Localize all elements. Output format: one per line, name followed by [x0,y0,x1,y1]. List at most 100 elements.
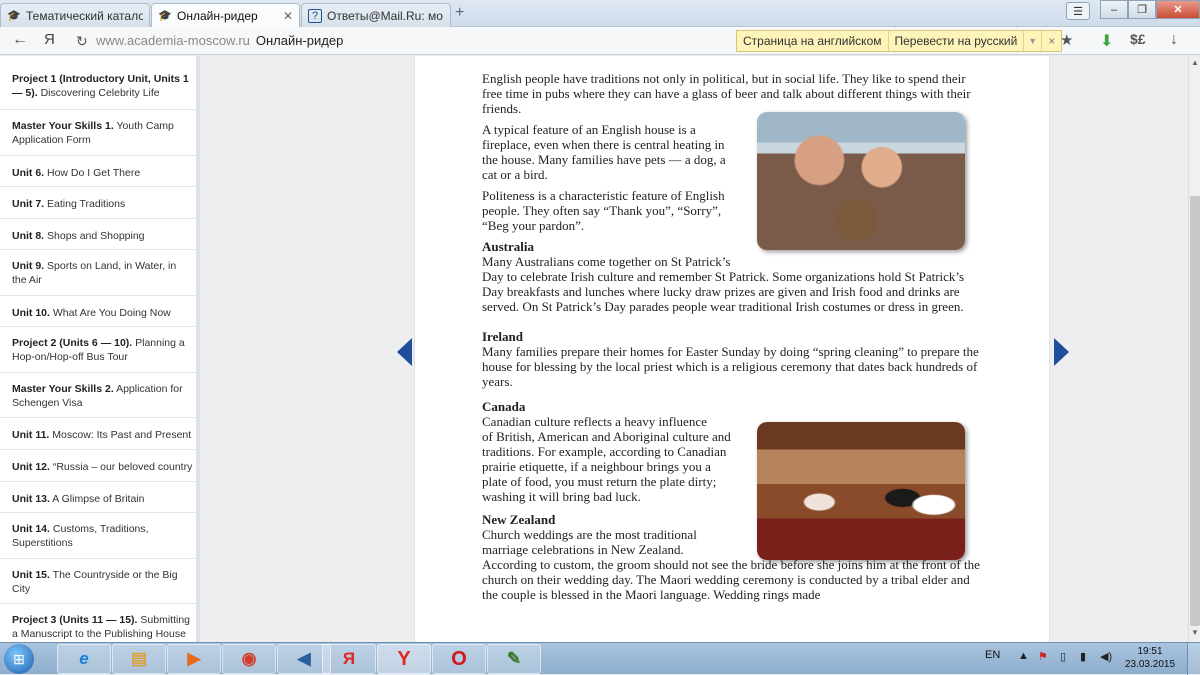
toc-item[interactable]: Unit 8. Shops and Shopping [0,219,199,251]
media-player-app-icon[interactable]: ▶ [167,644,221,674]
section-heading: Ireland [482,329,523,344]
scrollbar-thumb[interactable] [1190,196,1200,626]
close-window-button[interactable]: ✕ [1156,0,1200,19]
previous-page-arrow-icon[interactable] [397,338,412,366]
graduation-cap-icon: 🎓 [158,10,172,22]
maximize-button[interactable]: ❐ [1128,0,1156,19]
app-glyph: ▶ [187,649,201,668]
clock-time: 19:51 [1137,646,1163,657]
back-arrow-icon[interactable]: ← [12,31,28,49]
reload-icon[interactable]: ↻ [76,33,88,50]
next-page-arrow-icon[interactable] [1054,338,1069,366]
app-glyph: ◀ [297,649,311,668]
toc-item[interactable]: Master Your Skills 2. Application for Sc… [0,373,199,419]
network-icon[interactable]: ▮ [1080,650,1086,663]
ie-app-icon[interactable]: e [57,644,111,674]
reader-area: English people have traditions not only … [201,56,1188,642]
url-page-title: Онлайн-ридер [255,33,344,48]
toc-unit-label: Unit 13. [12,492,50,505]
toc-unit-label: Project 3 (Units 11 — 15). [12,614,138,627]
tab-mail-answers[interactable]: ? Ответы@Mail.Ru: мо [301,3,451,27]
toc-unit-label: Master Your Skills 2. [12,382,114,395]
toc-title: What Are You Doing Now [49,306,171,319]
star-icon[interactable]: ★ [1060,31,1073,49]
toc-item[interactable]: Unit 11. Moscow: Its Past and Present [0,418,199,450]
tab-title: Ответы@Mail.Ru: мо [327,8,443,23]
toc-unit-label: Unit 9. [12,260,45,273]
opera-app-icon[interactable]: O [432,644,486,674]
app-glyph: e [79,649,89,668]
toc-item[interactable]: Master Your Skills 1. Youth Camp Applica… [0,110,199,156]
app-glyph: Я [342,649,356,668]
section-heading: Canada [482,399,526,414]
close-icon[interactable]: ✕ [283,9,293,23]
text-line: of British, American and Aboriginal cult… [482,429,731,444]
download-icon[interactable]: ⬇ [1100,31,1113,51]
battery-icon[interactable]: ▯ [1060,650,1066,663]
currency-icon[interactable]: $£ [1130,31,1146,47]
toc-item[interactable]: Unit 10. What Are You Doing Now [0,296,199,328]
translate-bar: Страница на английском Перевести на русс… [736,30,1063,52]
text-line: cat or a bird. [482,167,548,182]
minimize-button[interactable]: – [1100,0,1128,19]
language-indicator[interactable]: EN [985,649,1000,661]
text-line: prairie etiquette, if a neighbour brings… [482,459,711,474]
text-line: “Beg your pardon”. [482,218,585,233]
toc-unit-label: Unit 8. [12,229,45,242]
toc-item[interactable]: Project 3 (Units 11 — 15). Submitting a … [0,604,199,642]
scroll-up-icon[interactable]: ▲ [1189,58,1200,67]
toc-item[interactable]: Unit 12. “Russia – our beloved country [0,450,199,482]
toc-item[interactable]: Unit 7. Eating Traditions [0,187,199,219]
text-line: traditions. For example, according to Ca… [482,444,727,459]
action-center-icon[interactable]: ⚑ [1038,650,1048,663]
chevron-down-icon[interactable]: ▼ [1024,31,1043,51]
browser-menu-button[interactable]: ☰ [1066,2,1090,20]
tab-catalog[interactable]: 🎓 Тематический катало [0,3,150,27]
paragraph: Many families prepare their homes for Ea… [482,344,979,389]
text-line: washing it will bring bad luck. [482,489,641,504]
translate-close-button[interactable]: × [1042,31,1061,51]
toc-item[interactable]: Unit 15. The Countryside or the Big City [0,559,199,605]
scroll-down-icon[interactable]: ▼ [1189,628,1200,637]
windows-start-button[interactable]: ⊞ [4,644,34,674]
text-line: the house. Many families have pets — a d… [482,152,726,167]
translate-button[interactable]: Перевести на русский [889,31,1025,51]
chrome-app-icon[interactable]: ◉ [222,644,276,674]
paint-app-icon[interactable]: ✎ [487,644,541,674]
show-hidden-icons-icon[interactable]: ▲ [1018,650,1029,662]
yandex-app-icon[interactable]: Я [322,644,376,674]
text-line: Church weddings are the most traditional [482,527,697,542]
app-glyph: ▤ [130,649,148,668]
toc-item[interactable]: Project 2 (Units 6 — 10). Planning a Hop… [0,327,199,373]
toc-title: A Glimpse of Britain [49,492,145,505]
tab-online-reader[interactable]: 🎓 Онлайн-ридер ✕ [151,3,300,27]
toc-item[interactable]: Unit 14. Customs, Traditions, Superstiti… [0,513,199,559]
yandex-logo[interactable]: Я [44,31,55,48]
toc-item[interactable]: Project 1 (Introductory Unit, Units 1 — … [0,56,199,110]
new-tab-button[interactable]: + [455,4,464,22]
paragraph: Politeness is a characteristic feature o… [482,188,752,233]
text-line: Day to celebrate Irish culture and remem… [482,269,965,314]
toc-item[interactable]: Unit 9. Sports on Land, in Water, in the… [0,250,199,296]
translate-source-label: Страница на английском [737,31,889,51]
url-field[interactable]: www.academia-moscow.ru Онлайн-ридер [96,33,343,48]
sidebar-scrollbar[interactable] [196,56,200,642]
volume-icon[interactable]: ◀) [1100,650,1112,663]
toc-item[interactable]: Unit 6. How Do I Get There [0,156,199,188]
toc-unit-label: Master Your Skills 1. [12,120,114,132]
toc-item[interactable]: Unit 13. A Glimpse of Britain [0,482,199,514]
page-scrollbar[interactable]: ▲ ▼ [1188,56,1200,642]
toc-unit-label: Unit 11. [12,429,50,442]
text-line: fireplace, even when there is central he… [482,137,725,152]
save-icon[interactable]: ↓ [1170,31,1178,49]
text-line: marriage celebrations in New Zealand. [482,542,684,557]
system-clock[interactable]: 19:51 23.03.2015 [1124,645,1176,671]
window-controls: – ❐ ✕ [1100,0,1200,20]
taskbar: ⊞ e ▤ ▶ ◉ ◀ Я Y O ✎ EN ▲ ⚑ ▯ ▮ ◀) 19:51 … [0,642,1200,675]
tab-title: Тематический катало [26,8,143,23]
paragraph: Many Australians come together on St Pat… [482,254,982,314]
church-wedding-photo [757,422,965,560]
show-desktop-button[interactable] [1187,643,1200,675]
yandex-browser-app-icon[interactable]: Y [377,644,431,674]
explorer-app-icon[interactable]: ▤ [112,644,166,674]
